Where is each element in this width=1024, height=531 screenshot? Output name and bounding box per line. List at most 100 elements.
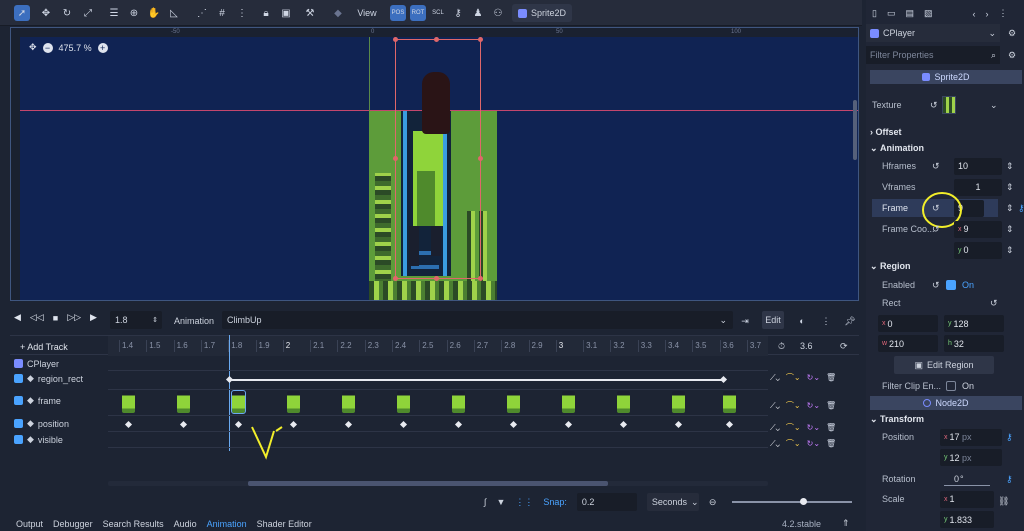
- zoom-out-timeline-icon[interactable]: ⊖: [709, 497, 717, 508]
- spin-arrows-icon[interactable]: ⇕: [1006, 245, 1014, 256]
- track-visible[interactable]: ◆ visible: [14, 432, 63, 447]
- pivot-icon[interactable]: ⊕: [126, 5, 142, 21]
- chevron-down-icon[interactable]: ⌄: [990, 100, 998, 111]
- play-icon[interactable]: ▶︎: [90, 312, 97, 323]
- track-enable-checkbox[interactable]: [14, 396, 23, 405]
- spin-arrows-icon[interactable]: ⇕: [152, 316, 162, 324]
- loop-wrap-icon[interactable]: ⌒⌄: [786, 438, 801, 449]
- canvas-viewport[interactable]: -50 0 50 100 ✥ − 475.7 % +: [10, 27, 859, 301]
- section-region[interactable]: ⌄ Region: [870, 259, 1020, 273]
- keyframe[interactable]: [225, 375, 234, 384]
- timeline-zoom-slider[interactable]: [732, 498, 852, 505]
- node-selector[interactable]: CPlayer ⌄: [866, 24, 1000, 42]
- loop-wrap-icon[interactable]: ⌒⌄: [786, 372, 801, 383]
- spin-arrows-icon[interactable]: ⇕: [1006, 224, 1014, 235]
- remove-track-icon[interactable]: 🗑︎: [826, 373, 836, 382]
- group-icon[interactable]: ▣: [278, 5, 294, 21]
- filter-options-icon[interactable]: ⚙: [1008, 50, 1016, 61]
- timeline-scrollbar[interactable]: [108, 481, 768, 486]
- keyframe[interactable]: [564, 420, 573, 429]
- rotation-slider[interactable]: [944, 485, 990, 486]
- smart-snap-icon[interactable]: ⋰: [194, 5, 210, 21]
- frame-keyframe-thumbnail[interactable]: [562, 391, 575, 413]
- key-icon[interactable]: ⚷: [1006, 432, 1013, 443]
- filter-icon[interactable]: ▼: [496, 497, 505, 507]
- position-x-field[interactable]: x 17 px: [940, 428, 1002, 446]
- edit-menu[interactable]: Edit: [762, 311, 784, 329]
- key-auto-icon[interactable]: ⚇: [490, 5, 506, 21]
- selection-handle[interactable]: [393, 276, 398, 281]
- play-backwards-from-end-icon[interactable]: ◀︎: [14, 312, 21, 323]
- scale-y-field[interactable]: y 1.833: [940, 511, 994, 528]
- key-icon[interactable]: ⚷: [450, 5, 466, 21]
- callback-mode-icon[interactable]: ↻⌄: [807, 373, 820, 382]
- autoplay-icon[interactable]: ⇥: [739, 315, 751, 327]
- enabled-checkbox[interactable]: [946, 280, 956, 290]
- edit-region-button[interactable]: ▣ Edit Region: [894, 356, 994, 374]
- selection-handle[interactable]: [478, 156, 483, 161]
- rotation-value[interactable]: 0: [954, 474, 959, 484]
- bone-icon[interactable]: ⚒: [302, 5, 318, 21]
- pan-icon[interactable]: ✋: [146, 5, 162, 21]
- keyframe[interactable]: [719, 375, 728, 384]
- frame-keyframe-thumbnail[interactable]: [342, 391, 355, 413]
- bottom-tab-shader-editor[interactable]: Shader Editor: [257, 519, 312, 529]
- filter-properties-input[interactable]: Filter Properties ⌕: [866, 46, 1000, 64]
- frame-keyframe-thumbnail[interactable]: [452, 391, 465, 413]
- frame-keyframe-thumbnail[interactable]: [177, 391, 190, 413]
- zoom-in-icon[interactable]: +: [97, 42, 108, 53]
- keyframe[interactable]: [179, 420, 188, 429]
- animation-menu[interactable]: Animation: [174, 316, 214, 326]
- selection-handle[interactable]: [478, 37, 483, 42]
- list-select-icon[interactable]: ☰: [106, 5, 122, 21]
- revert-icon[interactable]: ↺: [932, 161, 940, 172]
- more-icon[interactable]: ⋮: [820, 315, 832, 327]
- track-position[interactable]: ◆ position: [14, 416, 69, 431]
- frame-coords-x-field[interactable]: x 9: [954, 220, 1002, 238]
- keyframe[interactable]: [234, 420, 243, 429]
- frame-keyframe-thumbnail[interactable]: [287, 391, 300, 413]
- bottom-tab-audio[interactable]: Audio: [174, 519, 197, 529]
- time-spinbox[interactable]: 1.8 ⇕: [110, 311, 162, 329]
- frame-keyframe-thumbnail[interactable]: [231, 390, 246, 414]
- tab-sprite2d[interactable]: Sprite2D: [512, 4, 573, 22]
- rect-h-field[interactable]: h 32: [944, 335, 1004, 352]
- snap-input[interactable]: 0.2: [576, 493, 637, 511]
- keyframe[interactable]: [454, 420, 463, 429]
- rect-x-field[interactable]: x 0: [878, 315, 938, 332]
- add-track-button[interactable]: + Add Track: [20, 342, 68, 352]
- frame-keyframe-thumbnail[interactable]: [617, 391, 630, 413]
- selection-handle[interactable]: [434, 37, 439, 42]
- history-back-icon[interactable]: ‹: [973, 9, 976, 19]
- bottom-tab-animation[interactable]: Animation: [207, 519, 247, 529]
- frame-keyframe-thumbnail[interactable]: [507, 391, 520, 413]
- spin-arrows-icon[interactable]: ⇕: [1006, 161, 1014, 172]
- remove-track-icon[interactable]: 🗑︎: [826, 401, 836, 410]
- section-transform[interactable]: ⌄ Transform: [870, 412, 1020, 426]
- loop-wrap-icon[interactable]: ⌒⌄: [786, 422, 801, 433]
- snap-icon[interactable]: ⋮⋮: [515, 497, 533, 508]
- revert-icon[interactable]: ↺: [930, 100, 938, 111]
- keyframe[interactable]: [344, 420, 353, 429]
- selection-rect[interactable]: [395, 39, 481, 279]
- callback-mode-icon[interactable]: ↻⌄: [807, 423, 820, 432]
- loop-icon[interactable]: ⟳: [840, 341, 848, 352]
- keyframe[interactable]: [725, 420, 734, 429]
- section-offset[interactable]: › Offset: [870, 125, 1020, 139]
- track-enable-checkbox[interactable]: [14, 374, 23, 383]
- filter-clip-checkbox[interactable]: [946, 381, 956, 391]
- callback-mode-icon[interactable]: ↻⌄: [807, 401, 820, 410]
- frame-keyframe-thumbnail[interactable]: [672, 391, 685, 413]
- frame-keyframe-thumbnail[interactable]: [397, 391, 410, 413]
- track-region-rect[interactable]: ◆ region_rect: [14, 371, 83, 386]
- interp-mode-icon[interactable]: ⟋⌄: [770, 423, 780, 433]
- scale-x-field[interactable]: x 1: [940, 490, 994, 508]
- stop-icon[interactable]: ■: [53, 313, 58, 323]
- remove-track-icon[interactable]: 🗑︎: [826, 439, 836, 448]
- callback-mode-icon[interactable]: ↻⌄: [807, 439, 820, 448]
- keyframe[interactable]: [674, 420, 683, 429]
- position-y-field[interactable]: y 12 px: [940, 449, 1002, 466]
- keyframe[interactable]: [509, 420, 518, 429]
- revert-icon[interactable]: ↺: [932, 280, 940, 291]
- revert-icon[interactable]: ↺: [990, 298, 998, 309]
